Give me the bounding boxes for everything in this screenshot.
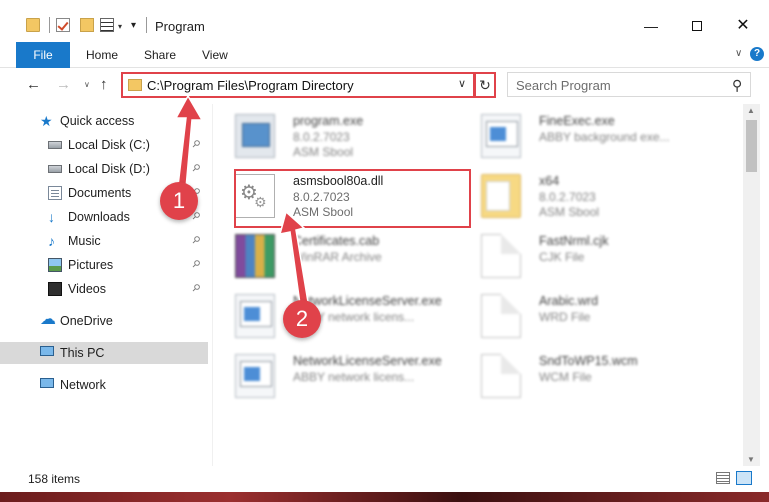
arrow-1 <box>174 94 204 189</box>
step-1-callout: 1 <box>160 182 198 220</box>
arrow-2 <box>278 210 309 305</box>
step-2-callout: 2 <box>283 300 321 338</box>
annotation-arrows <box>174 94 309 305</box>
